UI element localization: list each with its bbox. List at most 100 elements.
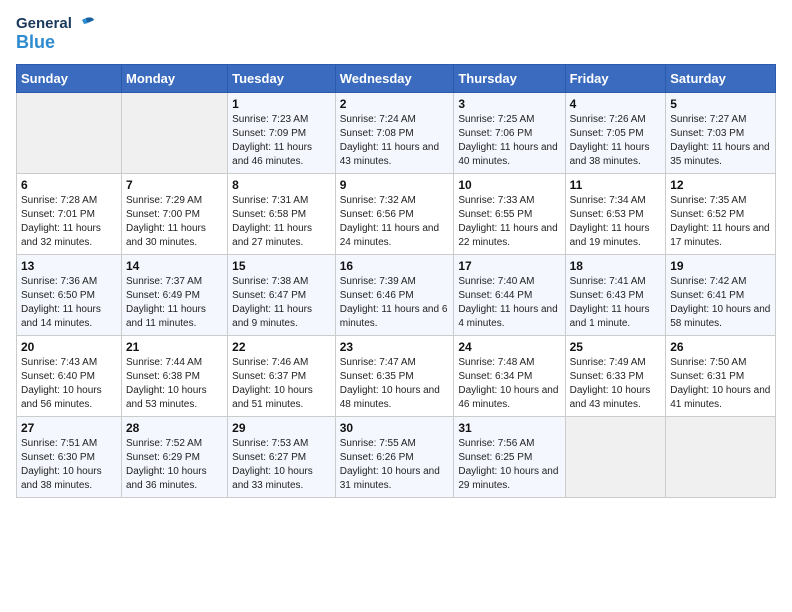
day-info: Sunrise: 7:49 AMSunset: 6:33 PMDaylight:… (570, 356, 662, 412)
day-info: Sunrise: 7:51 AMSunset: 6:30 PMDaylight:… (21, 437, 117, 493)
calendar-cell: 26 Sunrise: 7:50 AMSunset: 6:31 PMDayligh… (666, 336, 776, 417)
day-number: 10 (458, 178, 560, 192)
day-header-friday: Friday (565, 65, 666, 93)
calendar-week-0: 1 Sunrise: 7:23 AMSunset: 7:09 PMDaylight… (17, 93, 776, 174)
day-number: 26 (670, 340, 771, 354)
day-number: 17 (458, 259, 560, 273)
day-info: Sunrise: 7:35 AMSunset: 6:52 PMDaylight:… (670, 194, 771, 250)
day-info: Sunrise: 7:28 AMSunset: 7:01 PMDaylight:… (21, 194, 117, 250)
day-number: 4 (570, 97, 662, 111)
calendar-cell: 7 Sunrise: 7:29 AMSunset: 7:00 PMDaylight… (121, 174, 227, 255)
day-number: 24 (458, 340, 560, 354)
calendar-cell: 19 Sunrise: 7:42 AMSunset: 6:41 PMDayligh… (666, 255, 776, 336)
calendar-week-1: 6Sunrise: 7:28 AMSunset: 7:01 PMDaylight… (17, 174, 776, 255)
calendar-cell: 4Sunrise: 7:26 AMSunset: 7:05 PMDaylight… (565, 93, 666, 174)
calendar-cell: 21 Sunrise: 7:44 AMSunset: 6:38 PMDayligh… (121, 336, 227, 417)
day-number: 11 (570, 178, 662, 192)
day-number: 14 (126, 259, 223, 273)
logo-general-text: General (16, 16, 72, 33)
day-info: Sunrise: 7:53 AMSunset: 6:27 PMDaylight:… (232, 437, 331, 493)
day-number: 7 (126, 178, 223, 192)
day-number: 9 (340, 178, 450, 192)
calendar-cell: 25 Sunrise: 7:49 AMSunset: 6:33 PMDayligh… (565, 336, 666, 417)
calendar-cell: 22 Sunrise: 7:46 AMSunset: 6:37 PMDayligh… (228, 336, 336, 417)
calendar-cell: 12 Sunrise: 7:35 AMSunset: 6:52 PMDayligh… (666, 174, 776, 255)
day-info: Sunrise: 7:41 AMSunset: 6:43 PMDaylight:… (570, 275, 662, 331)
day-number: 1 (232, 97, 331, 111)
day-number: 23 (340, 340, 450, 354)
day-header-monday: Monday (121, 65, 227, 93)
calendar-cell: 6Sunrise: 7:28 AMSunset: 7:01 PMDaylight… (17, 174, 122, 255)
day-info: Sunrise: 7:44 AMSunset: 6:38 PMDaylight:… (126, 356, 223, 412)
day-info: Sunrise: 7:38 AMSunset: 6:47 PMDaylight:… (232, 275, 331, 331)
calendar-cell (121, 93, 227, 174)
day-number: 22 (232, 340, 331, 354)
day-header-thursday: Thursday (454, 65, 565, 93)
day-number: 3 (458, 97, 560, 111)
day-info: Sunrise: 7:55 AMSunset: 6:26 PMDaylight:… (340, 437, 450, 493)
calendar-cell: 3 Sunrise: 7:25 AMSunset: 7:06 PMDaylight… (454, 93, 565, 174)
calendar-cell: 9Sunrise: 7:32 AMSunset: 6:56 PMDaylight… (335, 174, 454, 255)
day-info: Sunrise: 7:29 AMSunset: 7:00 PMDaylight:… (126, 194, 223, 250)
day-info: Sunrise: 7:27 AMSunset: 7:03 PMDaylight:… (670, 113, 771, 169)
calendar-cell: 2Sunrise: 7:24 AMSunset: 7:08 PMDaylight… (335, 93, 454, 174)
day-number: 30 (340, 421, 450, 435)
calendar-header-row: SundayMondayTuesdayWednesdayThursdayFrid… (17, 65, 776, 93)
calendar-cell: 28 Sunrise: 7:52 AMSunset: 6:29 PMDayligh… (121, 417, 227, 498)
day-number: 31 (458, 421, 560, 435)
calendar-cell: 15Sunrise: 7:38 AMSunset: 6:47 PMDayligh… (228, 255, 336, 336)
day-info: Sunrise: 7:50 AMSunset: 6:31 PMDaylight:… (670, 356, 771, 412)
day-header-tuesday: Tuesday (228, 65, 336, 93)
calendar-cell: 17Sunrise: 7:40 AMSunset: 6:44 PMDayligh… (454, 255, 565, 336)
day-number: 29 (232, 421, 331, 435)
day-header-wednesday: Wednesday (335, 65, 454, 93)
day-number: 12 (670, 178, 771, 192)
day-number: 8 (232, 178, 331, 192)
calendar-cell: 16 Sunrise: 7:39 AMSunset: 6:46 PMDayligh… (335, 255, 454, 336)
day-info: Sunrise: 7:47 AMSunset: 6:35 PMDaylight:… (340, 356, 450, 412)
logo-bird-icon (74, 16, 94, 32)
calendar-cell: 27 Sunrise: 7:51 AMSunset: 6:30 PMDayligh… (17, 417, 122, 498)
calendar-cell: 31Sunrise: 7:56 AMSunset: 6:25 PMDayligh… (454, 417, 565, 498)
day-info: Sunrise: 7:25 AMSunset: 7:06 PMDaylight:… (458, 113, 560, 169)
logo: General Blue (16, 16, 94, 52)
calendar-cell: 10 Sunrise: 7:33 AMSunset: 6:55 PMDayligh… (454, 174, 565, 255)
page-header: General Blue (16, 16, 776, 52)
day-number: 28 (126, 421, 223, 435)
calendar-week-3: 20Sunrise: 7:43 AMSunset: 6:40 PMDayligh… (17, 336, 776, 417)
day-number: 21 (126, 340, 223, 354)
calendar-cell: 29 Sunrise: 7:53 AMSunset: 6:27 PMDayligh… (228, 417, 336, 498)
calendar-cell (565, 417, 666, 498)
logo-blue-text: Blue (16, 33, 55, 53)
day-info: Sunrise: 7:34 AMSunset: 6:53 PMDaylight:… (570, 194, 662, 250)
calendar-cell: 8Sunrise: 7:31 AMSunset: 6:58 PMDaylight… (228, 174, 336, 255)
day-number: 5 (670, 97, 771, 111)
day-info: Sunrise: 7:37 AMSunset: 6:49 PMDaylight:… (126, 275, 223, 331)
day-number: 13 (21, 259, 117, 273)
calendar-cell: 1 Sunrise: 7:23 AMSunset: 7:09 PMDaylight… (228, 93, 336, 174)
day-info: Sunrise: 7:36 AMSunset: 6:50 PMDaylight:… (21, 275, 117, 331)
calendar-week-2: 13 Sunrise: 7:36 AMSunset: 6:50 PMDayligh… (17, 255, 776, 336)
day-header-sunday: Sunday (17, 65, 122, 93)
day-number: 19 (670, 259, 771, 273)
day-info: Sunrise: 7:23 AMSunset: 7:09 PMDaylight:… (232, 113, 331, 169)
day-number: 25 (570, 340, 662, 354)
day-info: Sunrise: 7:52 AMSunset: 6:29 PMDaylight:… (126, 437, 223, 493)
calendar-table: SundayMondayTuesdayWednesdayThursdayFrid… (16, 64, 776, 498)
day-info: Sunrise: 7:46 AMSunset: 6:37 PMDaylight:… (232, 356, 331, 412)
calendar-cell: 24 Sunrise: 7:48 AMSunset: 6:34 PMDayligh… (454, 336, 565, 417)
day-header-saturday: Saturday (666, 65, 776, 93)
day-number: 20 (21, 340, 117, 354)
day-info: Sunrise: 7:39 AMSunset: 6:46 PMDaylight:… (340, 275, 450, 331)
day-number: 16 (340, 259, 450, 273)
day-info: Sunrise: 7:24 AMSunset: 7:08 PMDaylight:… (340, 113, 450, 169)
calendar-cell: 23 Sunrise: 7:47 AMSunset: 6:35 PMDayligh… (335, 336, 454, 417)
calendar-cell: 5 Sunrise: 7:27 AMSunset: 7:03 PMDaylight… (666, 93, 776, 174)
calendar-cell: 14 Sunrise: 7:37 AMSunset: 6:49 PMDayligh… (121, 255, 227, 336)
day-info: Sunrise: 7:48 AMSunset: 6:34 PMDaylight:… (458, 356, 560, 412)
day-info: Sunrise: 7:33 AMSunset: 6:55 PMDaylight:… (458, 194, 560, 250)
day-info: Sunrise: 7:42 AMSunset: 6:41 PMDaylight:… (670, 275, 771, 331)
calendar-cell: 18Sunrise: 7:41 AMSunset: 6:43 PMDayligh… (565, 255, 666, 336)
calendar-cell: 11 Sunrise: 7:34 AMSunset: 6:53 PMDayligh… (565, 174, 666, 255)
day-number: 27 (21, 421, 117, 435)
